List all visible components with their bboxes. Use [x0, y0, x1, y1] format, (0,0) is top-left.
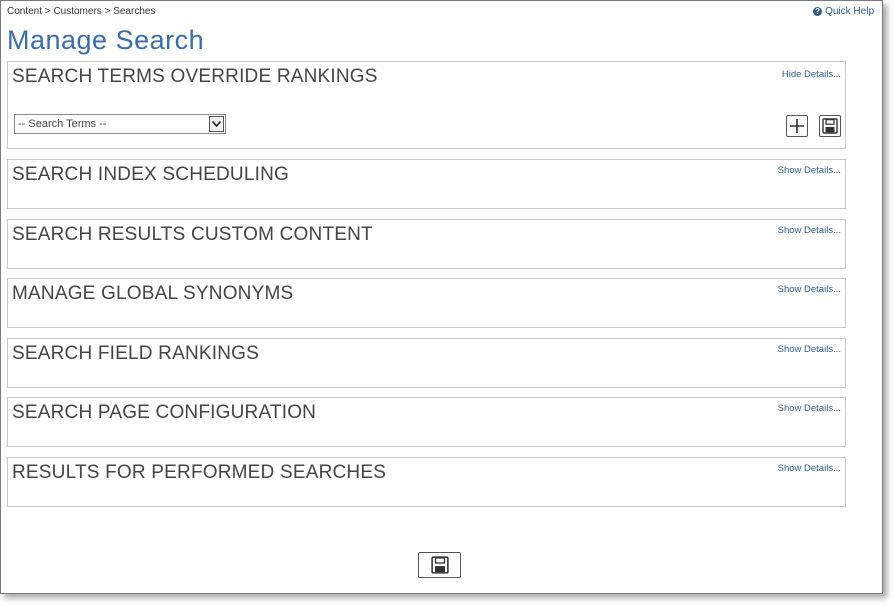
show-details-link[interactable]: Show Details...: [778, 344, 841, 355]
save-button[interactable]: [819, 115, 841, 137]
section-results-for-performed-searches: RESULTS FOR PERFORMED SEARCHES Show Deta…: [7, 457, 846, 507]
show-details-link[interactable]: Show Details...: [778, 463, 841, 474]
chevron-down-icon[interactable]: [209, 116, 224, 132]
breadcrumb: Content > Customers > Searches: [7, 6, 156, 17]
add-button[interactable]: [786, 115, 808, 137]
section-title: SEARCH TERMS OVERRIDE RANKINGS: [12, 66, 378, 87]
quick-help-link[interactable]: ? Quick Help: [813, 6, 874, 17]
manage-search-window: Content > Customers > Searches ? Quick H…: [0, 0, 883, 594]
page-title: Manage Search: [7, 25, 205, 55]
search-terms-select[interactable]: -- Search Terms --: [14, 114, 226, 134]
floppy-disk-icon: [822, 118, 838, 134]
show-details-link[interactable]: Show Details...: [778, 284, 841, 295]
show-details-link[interactable]: Show Details...: [778, 165, 841, 176]
quick-help-label: Quick Help: [825, 6, 874, 17]
breadcrumb-item-customers[interactable]: Customers: [53, 6, 101, 17]
page-save-button[interactable]: [418, 552, 461, 578]
section-search-terms-override-rankings: SEARCH TERMS OVERRIDE RANKINGS Hide Deta…: [7, 61, 846, 149]
show-details-link[interactable]: Show Details...: [778, 403, 841, 414]
section-title: SEARCH FIELD RANKINGS: [12, 343, 260, 364]
section-search-field-rankings: SEARCH FIELD RANKINGS Show Details...: [7, 338, 846, 388]
floppy-disk-icon: [430, 556, 449, 574]
section-title: SEARCH INDEX SCHEDULING: [12, 164, 289, 185]
hide-details-link[interactable]: Hide Details...: [782, 69, 841, 80]
section-manage-global-synonyms: MANAGE GLOBAL SYNONYMS Show Details...: [7, 278, 846, 328]
search-terms-select-value: -- Search Terms --: [18, 118, 107, 130]
section-search-index-scheduling: SEARCH INDEX SCHEDULING Show Details...: [7, 159, 846, 209]
section-title: SEARCH PAGE CONFIGURATION: [12, 402, 317, 423]
show-details-link[interactable]: Show Details...: [778, 225, 841, 236]
breadcrumb-item-content[interactable]: Content: [7, 6, 42, 17]
question-circle-icon: ?: [813, 7, 823, 16]
breadcrumb-item-searches: Searches: [113, 6, 156, 17]
section-search-results-custom-content: SEARCH RESULTS CUSTOM CONTENT Show Detai…: [7, 219, 846, 269]
section-search-page-configuration: SEARCH PAGE CONFIGURATION Show Details..…: [7, 397, 846, 447]
plus-icon: [790, 119, 804, 133]
section-title: MANAGE GLOBAL SYNONYMS: [12, 283, 294, 304]
section-title: SEARCH RESULTS CUSTOM CONTENT: [12, 224, 373, 245]
section-title: RESULTS FOR PERFORMED SEARCHES: [12, 462, 387, 483]
